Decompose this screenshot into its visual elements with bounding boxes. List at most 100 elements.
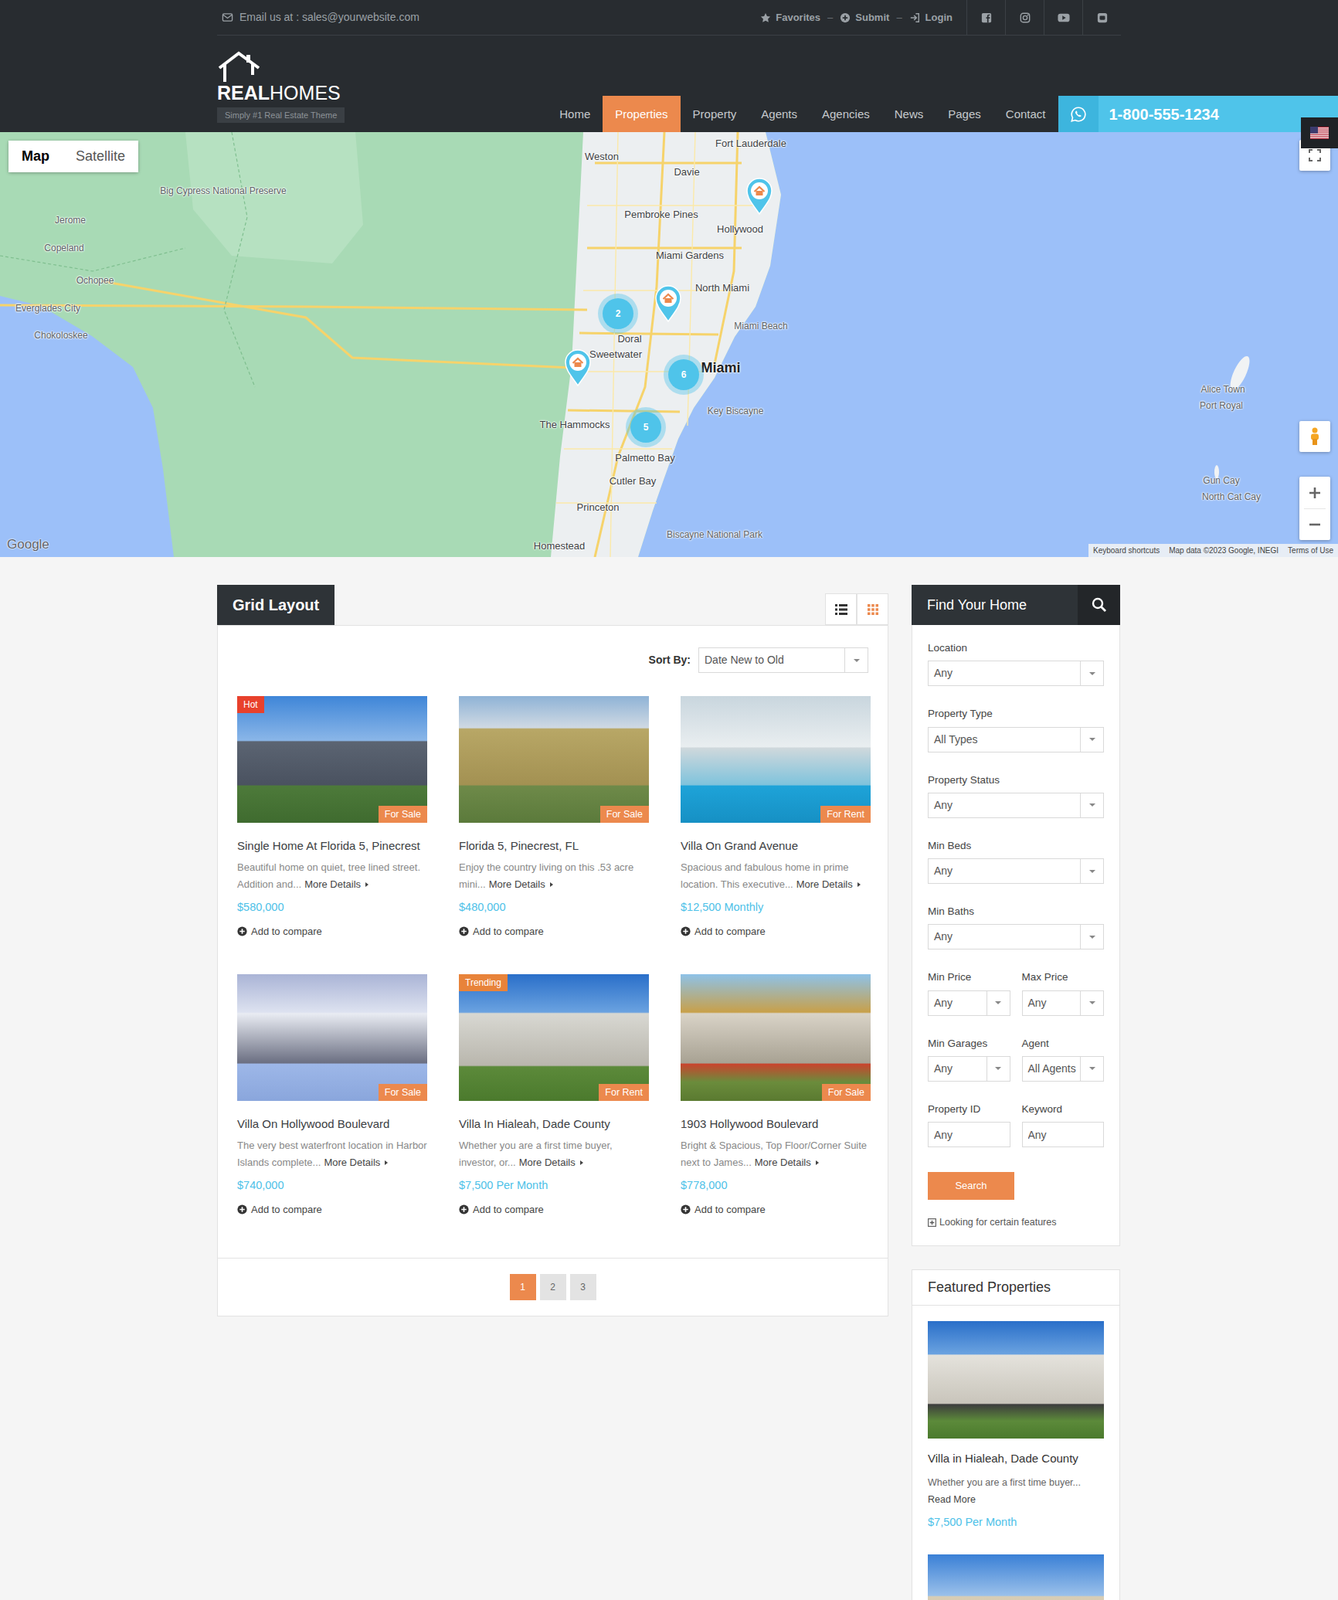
map-pin-icon[interactable]	[654, 285, 683, 323]
more-details-link[interactable]: More Details	[489, 878, 554, 890]
us-flag-icon[interactable]	[1310, 126, 1329, 140]
property-title[interactable]: Villa On Grand Avenue	[680, 838, 871, 854]
site-header: Email us at : sales@yourwebsite.comFavor…	[0, 0, 1338, 133]
search-input[interactable]	[927, 1121, 1011, 1148]
top-link[interactable]: Favorites	[760, 10, 821, 26]
top-link[interactable]: Login	[909, 10, 953, 26]
property-map[interactable]: WestonDavieFort LauderdalePembroke Pines…	[0, 132, 1338, 557]
zoom-out-button[interactable]	[1304, 509, 1326, 540]
chat-icon[interactable]	[1096, 12, 1108, 24]
nav-item[interactable]: Home	[546, 95, 603, 133]
street-view-button[interactable]	[1299, 421, 1331, 452]
features-toggle[interactable]: Looking for certain features	[927, 1215, 1104, 1230]
property-title[interactable]: Villa In Hialeah, Dade County	[458, 1116, 649, 1132]
property-price: $480,000	[458, 899, 649, 917]
property-image[interactable]: For Sale	[237, 974, 428, 1101]
social-link[interactable]	[1005, 0, 1044, 35]
zoom-in-button[interactable]	[1304, 477, 1326, 510]
search-input[interactable]	[1022, 1121, 1105, 1148]
house-icon	[217, 50, 345, 82]
brand-light: HOMES	[269, 81, 341, 104]
more-details-link[interactable]: More Details	[323, 1156, 388, 1169]
property-image[interactable]: For Sale	[458, 696, 649, 823]
search-select[interactable]: All Agents	[1022, 1056, 1105, 1082]
nav-entry: News	[882, 95, 937, 133]
featured-image[interactable]	[927, 1554, 1104, 1600]
search-icon[interactable]	[1077, 584, 1121, 625]
read-more-link[interactable]: Read More	[927, 1490, 1104, 1508]
attribution-item[interactable]: Keyboard shortcuts	[1088, 543, 1165, 557]
page-button[interactable]: 2	[539, 1273, 567, 1301]
google-logo: Google	[6, 534, 50, 555]
more-details-link[interactable]: More Details	[796, 878, 861, 890]
phone-number[interactable]: 1-800-555-1234	[1098, 102, 1220, 126]
compare-button[interactable]: Add to compare	[458, 923, 649, 940]
compare-button[interactable]: Add to compare	[458, 1202, 649, 1218]
social-link[interactable]	[1043, 0, 1083, 35]
nav-entry: Pages	[935, 95, 994, 133]
property-title[interactable]: Single Home At Florida 5, Pinecrest	[237, 838, 428, 854]
grid-icon	[867, 604, 879, 615]
more-details-link[interactable]: More Details	[519, 1156, 584, 1169]
search-field: Property TypeAll Types	[927, 706, 1104, 752]
search-select[interactable]: Any	[927, 1056, 1011, 1082]
nav-item[interactable]: News	[882, 95, 937, 133]
map-cluster[interactable]: 5	[630, 411, 662, 443]
map-label: Chokoloskee	[33, 330, 88, 341]
facebook-icon[interactable]	[981, 12, 992, 24]
compare-button[interactable]: Add to compare	[237, 923, 428, 940]
search-button[interactable]: Search	[927, 1171, 1015, 1200]
property-image[interactable]: HotFor Sale	[237, 696, 428, 823]
property-title[interactable]: Florida 5, Pinecrest, FL	[458, 838, 649, 854]
page-button[interactable]: 3	[570, 1273, 597, 1301]
view-grid-button[interactable]	[856, 593, 889, 625]
attribution-item[interactable]: Terms of Use	[1283, 543, 1338, 557]
youtube-icon[interactable]	[1057, 12, 1070, 24]
property-title[interactable]: 1903 Hollywood Boulevard	[680, 1116, 871, 1132]
site-logo[interactable]: REALHOMESSimply #1 Real Estate Theme	[217, 35, 345, 133]
top-link[interactable]: Submit	[839, 10, 890, 26]
property-excerpt: The very best waterfront location in Har…	[237, 1137, 428, 1172]
social-link[interactable]	[1082, 0, 1121, 35]
nav-item[interactable]: Agencies	[809, 95, 883, 133]
map-cluster[interactable]: 2	[602, 298, 634, 330]
nav-item[interactable]: Contact	[993, 95, 1059, 133]
search-select[interactable]: All Types	[927, 726, 1104, 753]
map-cluster[interactable]: 6	[668, 359, 700, 391]
user-links: Favorites–Submit–Login	[760, 10, 967, 26]
featured-item-title[interactable]: Villa in Hialeah, Dade County	[927, 1450, 1104, 1467]
language-switcher[interactable]	[1300, 117, 1338, 149]
search-select[interactable]: Any	[927, 990, 1011, 1016]
search-select[interactable]: Any	[927, 858, 1104, 884]
sort-select[interactable]: Date New to Old	[698, 647, 869, 673]
compare-button[interactable]: Add to compare	[680, 1202, 871, 1218]
featured-image[interactable]	[927, 1321, 1104, 1439]
search-select[interactable]: Any	[927, 792, 1104, 819]
map-label: Palmetto Bay	[614, 452, 675, 464]
map-pin-icon[interactable]	[745, 177, 774, 215]
property-title[interactable]: Villa On Hollywood Boulevard	[237, 1116, 428, 1132]
map-type-button[interactable]: Satellite	[62, 140, 139, 173]
compare-button[interactable]: Add to compare	[680, 923, 871, 940]
property-image[interactable]: For Sale	[680, 974, 871, 1101]
search-select[interactable]: Any	[927, 923, 1104, 950]
social-link[interactable]	[966, 0, 1006, 35]
nav-item[interactable]: Property	[680, 95, 750, 133]
property-image[interactable]: For Rent	[680, 696, 871, 823]
map-type-button[interactable]: Map	[8, 140, 63, 173]
nav-item[interactable]: Properties	[602, 95, 680, 133]
nav-item[interactable]: Agents	[748, 95, 810, 133]
instagram-icon[interactable]	[1019, 12, 1031, 24]
view-list-button[interactable]	[825, 593, 857, 625]
more-details-link[interactable]: More Details	[754, 1156, 819, 1169]
compare-button[interactable]: Add to compare	[237, 1202, 428, 1218]
search-select[interactable]: Any	[927, 660, 1104, 686]
nav-entry: Agents	[748, 95, 810, 133]
map-pin-icon[interactable]	[563, 349, 592, 387]
property-image[interactable]: TrendingFor Rent	[458, 974, 649, 1101]
page-button[interactable]: 1	[509, 1273, 537, 1301]
search-title: Find Your Home	[911, 584, 1078, 625]
more-details-link[interactable]: More Details	[304, 878, 369, 890]
search-select[interactable]: Any	[1022, 990, 1105, 1016]
nav-item[interactable]: Pages	[935, 95, 994, 133]
